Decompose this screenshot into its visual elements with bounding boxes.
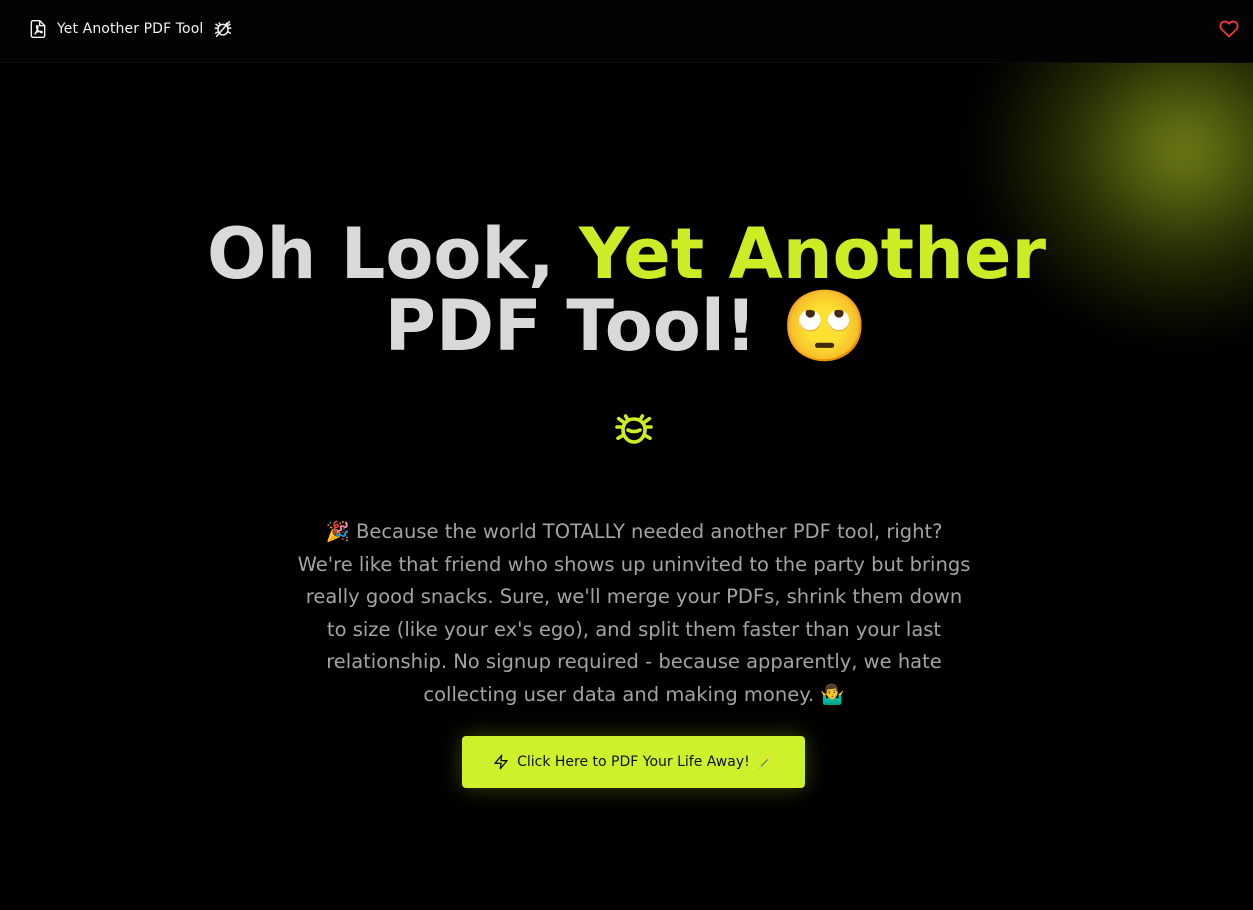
hero-title-accent: Yet Another [579,213,1046,295]
brand-title: Yet Another PDF Tool [57,21,204,37]
hero-title-part1: Oh Look, [207,213,580,295]
cta-label: Click Here to PDF Your Life Away! [517,754,750,770]
hero-title: Oh Look, Yet Another PDF Tool! 🙄 [0,218,1253,362]
hero-description: 🎉 Because the world TOTALLY needed anoth… [297,520,971,706]
heart-icon[interactable] [1219,19,1239,39]
bug-icon [615,414,653,444]
cta-button[interactable]: Click Here to PDF Your Life Away! 🪄 [462,736,805,788]
brand-link[interactable]: Yet Another PDF Tool [28,18,234,40]
lightning-icon [494,754,508,770]
file-pdf-icon [30,19,46,39]
magic-wand-icon: 🪄 [757,754,774,769]
bug-icon [214,20,232,38]
navbar: Yet Another PDF Tool [0,0,1253,63]
hero-title-part2: PDF Tool! [384,285,782,367]
hero-title-emoji: 🙄 [781,285,869,367]
page: Yet Another PDF Tool Oh Look, Yet Anothe… [0,0,1253,910]
